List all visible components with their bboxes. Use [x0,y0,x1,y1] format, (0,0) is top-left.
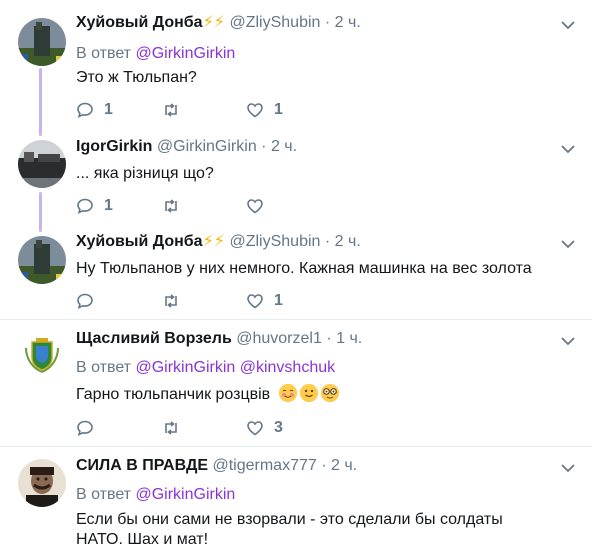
tweet-header: Щасливий Ворзель @huvorzel1 · 1 ч. [76,328,362,350]
tweet-text: Гарно тюльпанчик розцвів [76,386,271,403]
reply-button[interactable]: 1 [76,99,113,121]
reply-label: В ответ [76,359,132,376]
chevron-down-icon[interactable] [560,236,576,252]
author-name[interactable]: Хуйовый Донба [76,14,203,31]
tweet-text: Это ж Тюльпан? [76,69,197,86]
like-button[interactable] [246,195,274,217]
tweet-text-container: Гарно тюльпанчик розцвів [76,384,342,405]
retweet-icon [165,294,177,308]
reply-icon [77,293,93,309]
tweet-actions: 1 [76,195,376,217]
author-name[interactable]: IgorGirkin [76,138,152,155]
tweet[interactable]: IgorGirkin @GirkinGirkin · 2 ч. ... яка … [0,128,592,228]
emoji-smile-icon [299,384,318,402]
timestamp[interactable]: 2 ч. [335,14,361,31]
tweet[interactable]: Хуйовый Донба⚡⚡ @ZliyShubin · 2 ч. Ну Тю… [0,228,592,320]
emoji-nerd-icon [320,384,339,402]
tweet-header: Хуйовый Донба⚡⚡ @ZliyShubin · 2 ч. [76,12,361,34]
like-button[interactable]: 3 [246,417,283,439]
author-handle[interactable]: @tigermax777 [212,457,316,474]
tweet-actions: 1 1 [76,99,376,121]
like-count: 1 [274,101,283,118]
lightning-icon: ⚡⚡ [202,233,226,250]
tweet[interactable]: Щасливий Ворзель @huvorzel1 · 1 ч. В отв… [0,320,592,446]
mention-link[interactable]: @GirkinGirkin [135,45,235,62]
reply-icon [77,198,93,214]
timestamp[interactable]: 2 ч. [271,138,297,155]
retweet-button[interactable] [162,195,190,217]
timestamp[interactable]: 1 ч. [336,330,362,347]
tweet[interactable]: Хуйовый Донба⚡⚡ @ZliyShubin · 2 ч. В отв… [0,0,592,128]
reply-context: В ответ @GirkinGirkin [76,484,235,506]
reply-icon [77,102,93,118]
tweet[interactable]: СИЛА В ПРАВДЕ @tigermax777 · 2 ч. В отве… [0,447,592,555]
avatar[interactable] [18,140,66,188]
timestamp[interactable]: 2 ч. [335,233,361,250]
emoji-blush-icon [278,384,297,402]
tweet-text: ... яка різниця що? [76,165,214,182]
mention-link[interactable]: @GirkinGirkin [135,486,235,503]
retweet-icon [165,199,177,213]
chevron-down-icon[interactable] [560,333,576,349]
author-handle[interactable]: @huvorzel1 [236,330,322,347]
author-name[interactable]: Хуйовый Донба [76,233,203,250]
retweet-button[interactable] [162,99,190,121]
lightning-icon: ⚡⚡ [202,14,226,31]
separator-dot: · [326,330,332,347]
author-handle[interactable]: @GirkinGirkin [157,138,257,155]
like-button[interactable]: 1 [246,290,283,312]
timestamp[interactable]: 2 ч. [331,457,357,474]
separator-dot: · [321,457,327,474]
tweet-text-line: НАТО. Шах и мат! [76,531,209,548]
tweet-header: IgorGirkin @GirkinGirkin · 2 ч. [76,136,297,158]
avatar[interactable] [18,459,66,507]
retweet-icon [165,103,177,117]
separator-dot: · [324,233,331,250]
like-button[interactable]: 1 [246,99,283,121]
like-icon [247,294,263,309]
reply-count: 1 [104,197,113,214]
tweet-actions: 3 [76,417,376,439]
tweet-header: Хуйовый Донба⚡⚡ @ZliyShubin · 2 ч. [76,231,361,253]
retweet-icon [165,421,177,435]
like-icon [247,199,263,214]
mention-link[interactable]: @kinvshchuk [240,359,335,376]
chevron-down-icon[interactable] [560,17,576,33]
separator-dot: · [261,138,267,155]
reply-icon [77,420,93,436]
reply-label: В ответ [76,45,132,62]
mention-link[interactable]: @GirkinGirkin [135,359,235,376]
like-count: 3 [274,419,283,436]
author-name[interactable]: СИЛА В ПРАВДЕ [76,457,208,474]
chevron-down-icon[interactable] [560,141,576,157]
tweet-header: СИЛА В ПРАВДЕ @tigermax777 · 2 ч. [76,455,357,477]
avatar[interactable] [18,236,66,284]
like-icon [247,421,263,436]
tweet-text-line: Если бы они сами не взорвали - это сдела… [76,511,503,528]
avatar[interactable] [18,330,66,378]
author-handle[interactable]: @ZliyShubin [229,14,320,31]
author-name[interactable]: Щасливий Ворзель [76,330,232,347]
reply-label: В ответ [76,486,132,503]
avatar[interactable] [18,18,66,66]
retweet-button[interactable] [162,417,190,439]
tweet-actions: 1 [76,290,376,312]
retweet-button[interactable] [162,290,190,312]
reply-button[interactable] [76,417,104,439]
reply-button[interactable]: 1 [76,195,113,217]
separator-dot: · [324,14,331,31]
reply-context: В ответ @GirkinGirkin @kinvshchuk [76,357,335,379]
reply-context: В ответ @GirkinGirkin [76,43,235,65]
like-count: 1 [274,292,283,309]
tweet-text: Ну Тюльпанов у них немного. Кажная машин… [76,260,532,277]
reply-button[interactable] [76,290,104,312]
chevron-down-icon[interactable] [560,460,576,476]
author-handle[interactable]: @ZliyShubin [229,233,320,250]
like-icon [247,103,263,118]
reply-count: 1 [104,101,113,118]
